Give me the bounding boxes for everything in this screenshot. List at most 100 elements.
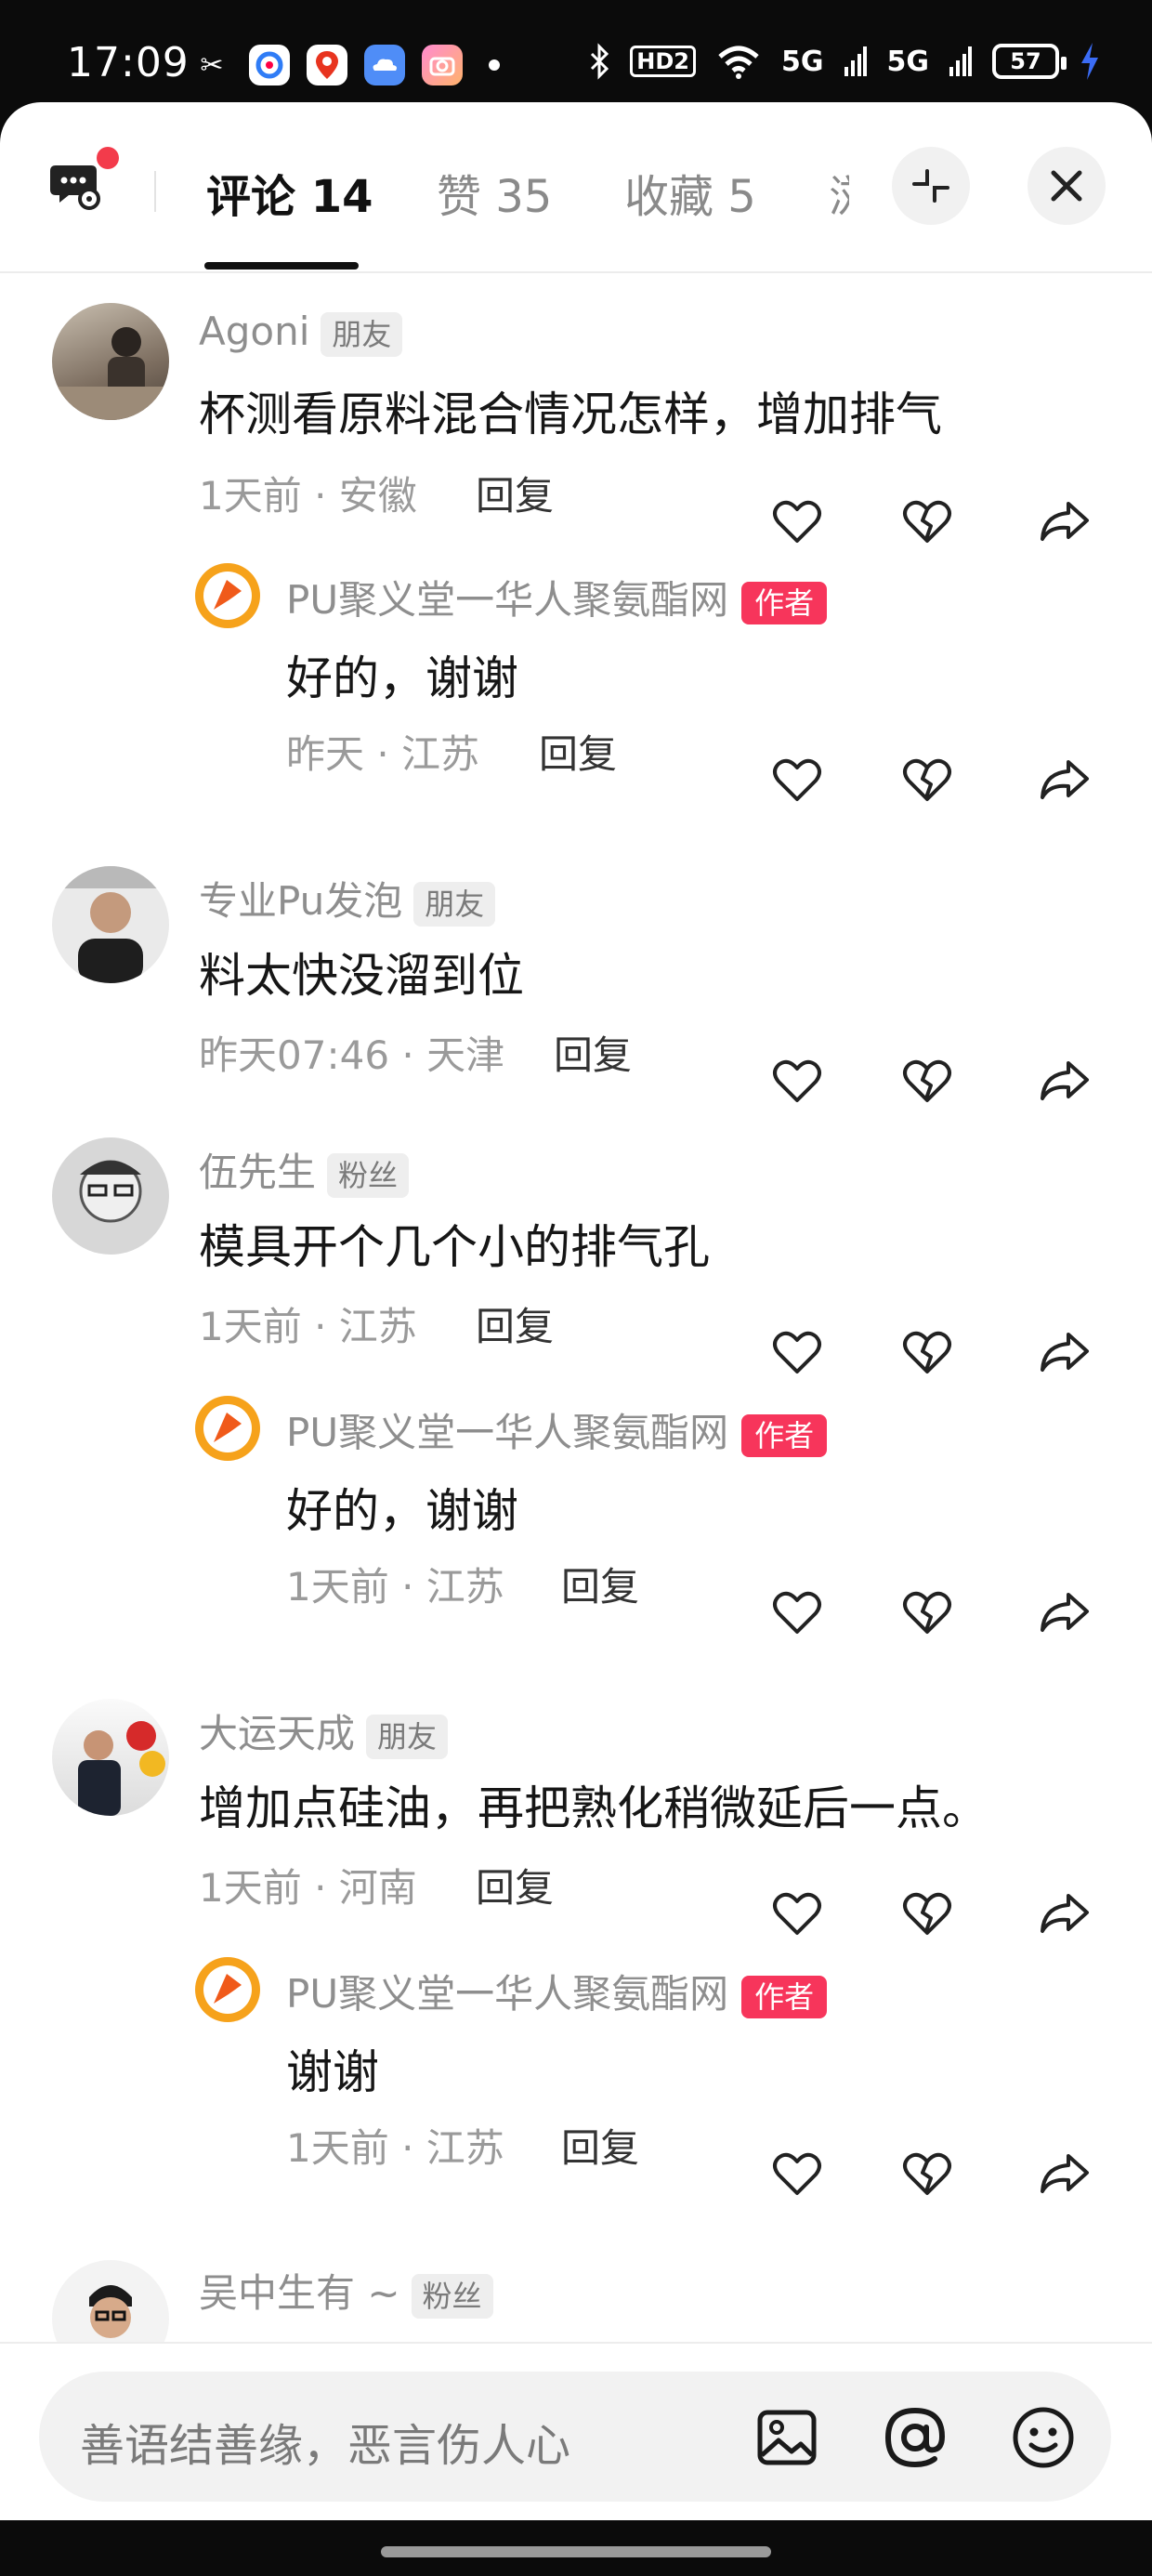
reply-username[interactable]: PU聚义堂一华人聚氨酯网 作者	[286, 569, 828, 625]
username-text[interactable]: PU聚义堂一华人聚氨酯网	[286, 577, 728, 623]
comment-username[interactable]: 专业Pu发泡 朋友	[199, 870, 496, 927]
collapse-button[interactable]	[892, 147, 970, 225]
username-text[interactable]: 专业Pu发泡	[199, 878, 402, 924]
comment-meta: 1天前 · 江苏	[199, 1304, 417, 1349]
share-icon[interactable]	[1037, 751, 1093, 807]
browser-icon	[249, 45, 290, 85]
avatar[interactable]	[52, 1137, 169, 1255]
chat-settings-icon[interactable]	[50, 158, 102, 210]
capcut-icon: ✂	[200, 48, 224, 82]
like-icon[interactable]	[769, 1323, 825, 1379]
dislike-icon[interactable]	[899, 1323, 955, 1379]
username-text[interactable]: Agoni	[199, 309, 309, 354]
dislike-icon[interactable]	[899, 1052, 955, 1108]
collapse-icon	[912, 169, 949, 203]
reply-text[interactable]: 好的，谢谢	[286, 641, 518, 708]
share-icon[interactable]	[1037, 1323, 1093, 1379]
avatar[interactable]	[195, 563, 260, 628]
reply-meta: 1天前 · 江苏	[286, 1564, 504, 1610]
like-icon[interactable]	[769, 493, 825, 548]
camera-icon	[422, 45, 463, 85]
tab-bar: 评论 14 赞 35 收藏 5 浏	[0, 102, 1152, 273]
tab-likes[interactable]: 赞 35	[437, 160, 552, 225]
avatar[interactable]	[52, 1699, 169, 1816]
battery-level: 57	[1010, 48, 1041, 74]
author-badge: 作者	[741, 1413, 828, 1457]
tab-favorites[interactable]: 收藏 5	[624, 160, 756, 225]
signal-bars-1-icon	[844, 46, 867, 76]
reply-button[interactable]: 回复	[561, 2117, 639, 2174]
hd-label: HD2	[630, 46, 696, 77]
comment-username[interactable]: 伍先生 粉丝	[199, 1141, 410, 1198]
avatar[interactable]	[52, 866, 169, 983]
username-text[interactable]: PU聚义堂一华人聚氨酯网	[286, 1410, 728, 1455]
like-icon[interactable]	[769, 1052, 825, 1108]
baidu-map-icon	[307, 45, 347, 85]
comment-input[interactable]: 善语结善缘，恶言伤人心	[39, 2372, 1111, 2502]
relation-badge: 粉丝	[327, 1152, 410, 1198]
reply-button[interactable]: 回复	[476, 465, 554, 521]
reply-button[interactable]: 回复	[554, 1024, 632, 1081]
share-icon[interactable]	[1037, 2145, 1093, 2201]
share-icon[interactable]	[1037, 1052, 1093, 1108]
bluetooth-icon	[591, 43, 609, 80]
comment-text[interactable]: 增加点硅油，再把熟化稍微延后一点。	[199, 1771, 988, 1838]
status-time: 17:09	[67, 39, 190, 86]
like-icon[interactable]	[769, 1584, 825, 1639]
share-icon[interactable]	[1037, 1885, 1093, 1940]
comment-text[interactable]: 料太快没溜到位	[199, 939, 524, 1005]
relation-badge: 朋友	[321, 311, 403, 357]
close-button[interactable]	[1028, 147, 1106, 225]
avatar[interactable]	[52, 303, 169, 420]
image-icon[interactable]	[756, 2407, 818, 2468]
reply-button[interactable]: 回复	[539, 723, 617, 780]
tab-views[interactable]: 浏	[829, 160, 849, 225]
reply-text[interactable]: 好的，谢谢	[286, 1474, 518, 1541]
comment-text[interactable]: 模具开个几个小的排气孔	[199, 1210, 710, 1277]
reply-text[interactable]: 谢谢	[286, 2035, 379, 2102]
reply-button[interactable]: 回复	[476, 1857, 554, 1913]
unread-dot	[97, 147, 119, 169]
status-bar: 17:09 ✂ HD2 5G 5G 57	[0, 0, 1152, 112]
notification-dot-icon	[489, 59, 500, 71]
username-text[interactable]: 伍先生	[199, 1150, 316, 1195]
like-icon[interactable]	[769, 1885, 825, 1940]
dislike-icon[interactable]	[899, 751, 955, 807]
author-badge: 作者	[741, 581, 828, 624]
mention-icon[interactable]	[883, 2405, 948, 2470]
like-icon[interactable]	[769, 751, 825, 807]
avatar[interactable]	[195, 1957, 260, 2022]
comment-username[interactable]: Agoni 朋友	[199, 309, 403, 357]
dislike-icon[interactable]	[899, 1885, 955, 1940]
reply-button[interactable]: 回复	[476, 1295, 554, 1352]
comments-panel: 评论 14 赞 35 收藏 5 浏 Agoni 朋友 杯测看原料混合情况怎样，增加…	[0, 102, 1152, 2520]
tab-comments[interactable]: 评论 14	[206, 160, 373, 225]
comment-input-bar: 善语结善缘，恶言伤人心	[0, 2342, 1152, 2520]
reply-button[interactable]: 回复	[561, 1556, 639, 1612]
username-text[interactable]: 大运天成	[199, 1711, 355, 1756]
dislike-icon[interactable]	[899, 2145, 955, 2201]
signal-2-label: 5G	[886, 45, 930, 78]
reply-username[interactable]: PU聚义堂一华人聚氨酯网 作者	[286, 1963, 828, 2019]
emoji-icon[interactable]	[1011, 2405, 1076, 2470]
reply-username[interactable]: PU聚义堂一华人聚氨酯网 作者	[286, 1401, 828, 1458]
avatar[interactable]	[195, 1396, 260, 1461]
comment-text[interactable]: 杯测看原料混合情况怎样，增加排气	[199, 377, 942, 444]
wifi-icon	[718, 46, 759, 79]
tab-divider	[154, 171, 156, 212]
relation-badge: 粉丝	[411, 2273, 493, 2319]
author-badge: 作者	[741, 1975, 828, 2018]
input-placeholder[interactable]: 善语结善缘，恶言伤人心	[80, 2409, 570, 2474]
username-text[interactable]: PU聚义堂一华人聚氨酯网	[286, 1971, 728, 2017]
share-icon[interactable]	[1037, 493, 1093, 548]
like-icon[interactable]	[769, 2145, 825, 2201]
home-indicator[interactable]	[381, 2546, 771, 2557]
comment-username[interactable]: 大运天成 朋友	[199, 1702, 449, 1759]
cloud-icon	[364, 45, 405, 85]
dislike-icon[interactable]	[899, 493, 955, 548]
comment-username[interactable]: 吴中生有 ~ 粉丝	[199, 2262, 493, 2319]
share-icon[interactable]	[1037, 1584, 1093, 1639]
battery-indicator: 57	[992, 44, 1067, 79]
dislike-icon[interactable]	[899, 1584, 955, 1639]
username-text[interactable]: 吴中生有 ~	[199, 2270, 400, 2316]
